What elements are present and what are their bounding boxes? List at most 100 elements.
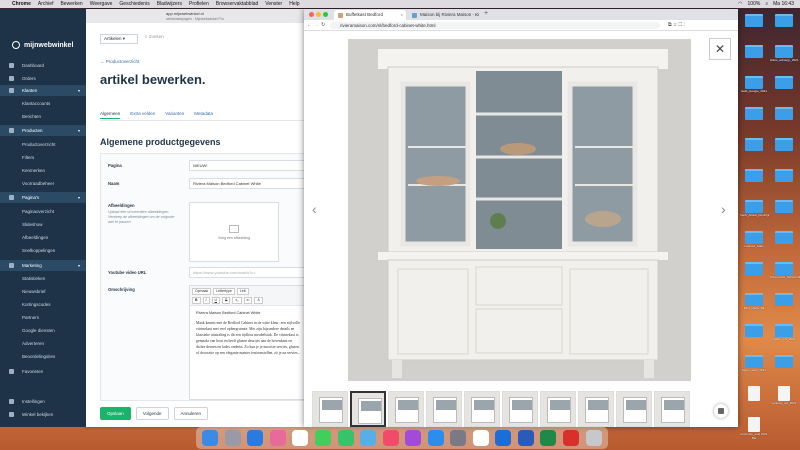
address-bar[interactable]: rivieramaison.com/nl/bedford-cabinet-whi…	[330, 22, 660, 29]
launchpad-icon[interactable]	[224, 430, 241, 446]
desktop-item[interactable]	[770, 76, 798, 90]
subscript-button[interactable]: x₂	[232, 297, 242, 304]
chrome-icon[interactable]	[472, 430, 489, 446]
tab-varianten[interactable]: Varianten	[165, 111, 184, 119]
browser-tab-2[interactable]: Maison bij Riviera Maison - Ki ×	[408, 10, 480, 20]
next-button[interactable]: Volgende	[135, 407, 169, 420]
menu-bladwijzers[interactable]: Bladwijzers	[157, 0, 182, 8]
sidebar-item-kortingscodes[interactable]: Kortingscodes	[0, 299, 86, 310]
desktop-item[interactable]: RTH_Maria_Ba	[740, 293, 768, 311]
menubar-clock[interactable]: Ma 16:43	[773, 0, 794, 8]
desktop-item[interactable]	[740, 14, 768, 28]
sidebar-item-pagina-s[interactable]: Pagina's ▾	[0, 192, 86, 203]
underline-button[interactable]: U	[211, 297, 221, 304]
messages-icon[interactable]	[315, 430, 331, 446]
desktop-item[interactable]	[770, 138, 798, 152]
product-thumbnail[interactable]	[616, 391, 652, 427]
desktop-item[interactable]	[770, 107, 798, 121]
product-thumbnail[interactable]	[578, 391, 614, 427]
desktop-item[interactable]: Laposta_Stats	[740, 231, 768, 249]
product-thumbnail[interactable]	[350, 391, 386, 427]
system-preferences-icon[interactable]	[450, 430, 467, 446]
desktop-item[interactable]	[770, 355, 798, 369]
browser-tab-1[interactable]: Buffetkast Bedford ×	[334, 10, 406, 20]
desktop-item[interactable]: Screenshot_Schermafbeelding	[770, 262, 800, 280]
sidebar-item-kenmerken[interactable]: Kenmerken	[0, 165, 86, 176]
trash-icon[interactable]	[585, 430, 602, 446]
admin-url[interactable]: app.mijnwebwinkel.nl	[166, 11, 204, 16]
sidebar-item-beoordelingsites[interactable]: Beoordelingsites	[0, 351, 86, 362]
sidebar-item-snelkoppelingen[interactable]: Snelkoppelingen	[0, 245, 86, 256]
cancel-button[interactable]: Annuleren	[173, 407, 209, 420]
maps-icon[interactable]	[360, 430, 377, 446]
admin-tab-caption[interactable]: webwinkelpagen - Mijnwebwinkel Pro	[166, 17, 224, 21]
word-icon[interactable]	[517, 430, 534, 446]
format-select[interactable]: Opmaak	[192, 288, 212, 295]
desktop-item[interactable]: Eigen_werk_2021	[740, 355, 768, 373]
tab-close-icon[interactable]: ×	[401, 10, 403, 20]
breadcrumb-back-link[interactable]: ← Productoverzicht	[100, 59, 139, 64]
sidebar-item-statistieken[interactable]: Statistieken	[0, 273, 86, 284]
desktop-item[interactable]: verkoop_opt_2021	[770, 386, 798, 406]
sidebar-item-orders[interactable]: Orders	[0, 73, 86, 84]
calendar-icon[interactable]	[292, 430, 309, 446]
sidebar-item-klantaccounts[interactable]: Klantaccounts	[0, 98, 86, 109]
desktop-item[interactable]	[740, 169, 768, 183]
product-thumbnail[interactable]	[502, 391, 538, 427]
desktop-item[interactable]	[770, 169, 798, 183]
text-color-button[interactable]: A	[254, 297, 263, 304]
desktop-item[interactable]: Cijfers_juni_2021	[770, 324, 798, 342]
window-zoom-light[interactable]	[323, 12, 328, 17]
spotlight-icon[interactable]: ⌕	[765, 0, 768, 8]
product-thumbnail[interactable]	[540, 391, 576, 427]
menu-venster[interactable]: Venster	[265, 0, 282, 8]
desktop-item[interactable]	[770, 293, 798, 307]
product-thumbnail[interactable]	[312, 391, 348, 427]
save-button[interactable]: Opslaan	[100, 407, 131, 420]
bold-button[interactable]: B	[192, 297, 201, 304]
sidebar-item-afbeeldingen[interactable]: Afbeeldingen	[0, 232, 86, 243]
menu-geschiedenis[interactable]: Geschiedenis	[119, 0, 149, 8]
sidebar-item-filters[interactable]: Filters	[0, 152, 86, 163]
photos-icon[interactable]	[269, 430, 286, 446]
tab-algemeen[interactable]: Algemeen	[100, 111, 121, 119]
desktop-item[interactable]: Geld_Google_2021	[740, 76, 768, 94]
product-thumbnail[interactable]	[654, 391, 690, 427]
lightbox-close-button[interactable]: ✕	[709, 38, 731, 60]
sidebar-item-nieuwsbrief[interactable]: Nieuwsbrief	[0, 286, 86, 297]
sidebar-item-favorieten[interactable]: Favorieten	[0, 366, 86, 377]
strike-button[interactable]: S	[222, 297, 231, 304]
excel-icon[interactable]	[540, 430, 557, 446]
sidebar-item-klanten[interactable]: Klanten ▾	[0, 85, 86, 96]
sidebar-item-dashboard[interactable]: Dashboard	[0, 60, 86, 71]
search-scope-select[interactable]: Artikelen ▾	[100, 34, 138, 44]
sidebar-item-instellingen[interactable]: Instellingen	[0, 396, 86, 407]
desktop-item[interactable]: Verdi_Artikel_Kleurrijk	[740, 200, 769, 218]
sidebar-item-adverteren[interactable]: Adverteren	[0, 338, 86, 349]
desktop-item[interactable]: Hikus_achtergr_2021	[770, 45, 799, 63]
tab-close-icon[interactable]: ×	[475, 10, 477, 20]
pagina-select[interactable]: NIEUW!	[189, 160, 308, 171]
mijnwebwinkel-logo[interactable]: mijnwebwinkel	[12, 41, 73, 49]
window-close-light[interactable]	[309, 12, 314, 17]
window-minimize-light[interactable]	[316, 12, 321, 17]
youtube-url-input[interactable]: https://www.youtube.com/watch?v=	[189, 267, 308, 278]
battery-level[interactable]: 100%	[748, 0, 761, 8]
safari-icon[interactable]	[247, 430, 264, 446]
desktop-item[interactable]	[740, 324, 768, 338]
product-thumbnail[interactable]	[464, 391, 500, 427]
desktop-item[interactable]	[740, 138, 768, 152]
menu-archief[interactable]: Archief	[38, 0, 54, 8]
menu-help[interactable]: Help	[289, 0, 299, 8]
menubar-app-name[interactable]: Chrome	[12, 0, 31, 8]
superscript-button[interactable]: x²	[243, 297, 253, 304]
desktop-item[interactable]	[740, 262, 768, 276]
sidebar-item-berichten[interactable]: Berichten	[0, 111, 86, 122]
prev-image-arrow[interactable]: ‹	[312, 201, 317, 217]
description-editor[interactable]: Opmaak Lettertype Lett B I U S x₂ x² A R…	[189, 285, 308, 400]
music-icon[interactable]	[382, 430, 399, 446]
desktop-item[interactable]: annumbe_exel 2021 Bla	[740, 417, 768, 440]
product-thumbnail[interactable]	[426, 391, 462, 427]
next-image-arrow[interactable]: ›	[721, 201, 726, 217]
italic-button[interactable]: I	[202, 297, 210, 304]
